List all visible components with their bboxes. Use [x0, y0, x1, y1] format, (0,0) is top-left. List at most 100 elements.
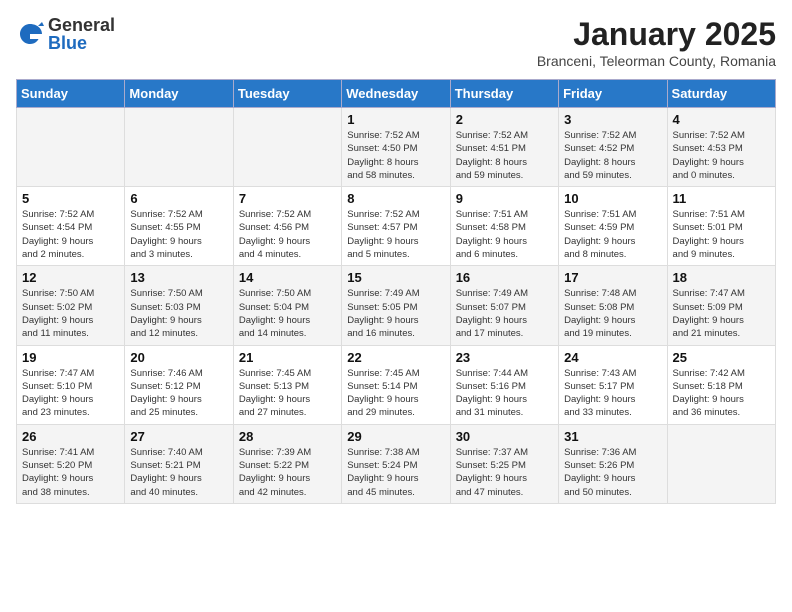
day-number: 5	[22, 191, 119, 206]
logo-general-text: General	[48, 16, 115, 34]
calendar-cell: 26Sunrise: 7:41 AM Sunset: 5:20 PM Dayli…	[17, 424, 125, 503]
calendar-cell: 17Sunrise: 7:48 AM Sunset: 5:08 PM Dayli…	[559, 266, 667, 345]
calendar-cell: 30 Sunrise: 7:37 AM Sunset: 5:25 PM Dayli…	[450, 424, 558, 503]
calendar-cell: 1 Sunrise: 7:52 AM Sunset: 4:50 PM Daylig…	[342, 108, 450, 187]
day-number: 21	[239, 350, 336, 365]
day-number: 16	[456, 270, 553, 285]
day-number: 10	[564, 191, 661, 206]
calendar-cell: 10 Sunrise: 7:51 AM Sunset: 4:59 PM Dayli…	[559, 187, 667, 266]
day-info: Sunrise: 7:39 AM Sunset: 5:22 PM Dayligh…	[239, 446, 336, 499]
day-info: Sunrise: 7:47 AM Sunset: 5:09 PM Dayligh…	[673, 287, 770, 340]
day-info: Sunrise: 7:50 AM Sunset: 5:02 PM Dayligh…	[22, 287, 119, 340]
day-info: Sunrise: 7:50 AM Sunset: 5:03 PM Dayligh…	[130, 287, 227, 340]
title-block: January 2025 Branceni, Teleorman County,…	[537, 16, 776, 69]
day-info: Sunrise: 7:52 AM Sunset: 4:56 PM Dayligh…	[239, 208, 336, 261]
day-number: 18	[673, 270, 770, 285]
day-info: Sunrise: 7:40 AM Sunset: 5:21 PM Dayligh…	[130, 446, 227, 499]
day-number: 19	[22, 350, 119, 365]
day-number: 31	[564, 429, 661, 444]
day-info: Sunrise: 7:52 AM Sunset: 4:50 PM Dayligh…	[347, 129, 444, 182]
calendar-cell	[233, 108, 341, 187]
calendar-cell: 8 Sunrise: 7:52 AM Sunset: 4:57 PM Daylig…	[342, 187, 450, 266]
day-info: Sunrise: 7:45 AM Sunset: 5:14 PM Dayligh…	[347, 367, 444, 420]
calendar-table: SundayMondayTuesdayWednesdayThursdayFrid…	[16, 79, 776, 504]
day-info: Sunrise: 7:46 AM Sunset: 5:12 PM Dayligh…	[130, 367, 227, 420]
calendar-cell: 28 Sunrise: 7:39 AM Sunset: 5:22 PM Dayli…	[233, 424, 341, 503]
day-number: 11	[673, 191, 770, 206]
calendar-cell: 7 Sunrise: 7:52 AM Sunset: 4:56 PM Daylig…	[233, 187, 341, 266]
day-info: Sunrise: 7:52 AM Sunset: 4:51 PM Dayligh…	[456, 129, 553, 182]
week-row-5: 26Sunrise: 7:41 AM Sunset: 5:20 PM Dayli…	[17, 424, 776, 503]
day-number: 6	[130, 191, 227, 206]
day-number: 7	[239, 191, 336, 206]
calendar-cell	[667, 424, 775, 503]
calendar-cell: 18 Sunrise: 7:47 AM Sunset: 5:09 PM Dayli…	[667, 266, 775, 345]
weekday-header-tuesday: Tuesday	[233, 80, 341, 108]
day-info: Sunrise: 7:51 AM Sunset: 5:01 PM Dayligh…	[673, 208, 770, 261]
calendar-cell: 14Sunrise: 7:50 AM Sunset: 5:04 PM Dayli…	[233, 266, 341, 345]
day-info: Sunrise: 7:52 AM Sunset: 4:55 PM Dayligh…	[130, 208, 227, 261]
day-number: 25	[673, 350, 770, 365]
day-number: 28	[239, 429, 336, 444]
week-row-2: 5Sunrise: 7:52 AM Sunset: 4:54 PM Daylig…	[17, 187, 776, 266]
day-number: 22	[347, 350, 444, 365]
week-row-1: 1 Sunrise: 7:52 AM Sunset: 4:50 PM Daylig…	[17, 108, 776, 187]
day-info: Sunrise: 7:48 AM Sunset: 5:08 PM Dayligh…	[564, 287, 661, 340]
calendar-cell	[125, 108, 233, 187]
calendar-cell: 23 Sunrise: 7:44 AM Sunset: 5:16 PM Dayli…	[450, 345, 558, 424]
calendar-cell: 15 Sunrise: 7:49 AM Sunset: 5:05 PM Dayli…	[342, 266, 450, 345]
weekday-header-monday: Monday	[125, 80, 233, 108]
calendar-cell: 27Sunrise: 7:40 AM Sunset: 5:21 PM Dayli…	[125, 424, 233, 503]
calendar-cell: 22 Sunrise: 7:45 AM Sunset: 5:14 PM Dayli…	[342, 345, 450, 424]
logo-text: General Blue	[48, 16, 115, 52]
calendar-cell: 6 Sunrise: 7:52 AM Sunset: 4:55 PM Daylig…	[125, 187, 233, 266]
calendar-cell: 12Sunrise: 7:50 AM Sunset: 5:02 PM Dayli…	[17, 266, 125, 345]
calendar-cell: 4Sunrise: 7:52 AM Sunset: 4:53 PM Daylig…	[667, 108, 775, 187]
page-header: General Blue January 2025 Branceni, Tele…	[16, 16, 776, 69]
day-number: 15	[347, 270, 444, 285]
calendar-cell: 13 Sunrise: 7:50 AM Sunset: 5:03 PM Dayli…	[125, 266, 233, 345]
day-info: Sunrise: 7:50 AM Sunset: 5:04 PM Dayligh…	[239, 287, 336, 340]
day-info: Sunrise: 7:49 AM Sunset: 5:07 PM Dayligh…	[456, 287, 553, 340]
day-number: 8	[347, 191, 444, 206]
day-number: 26	[22, 429, 119, 444]
day-info: Sunrise: 7:38 AM Sunset: 5:24 PM Dayligh…	[347, 446, 444, 499]
day-number: 13	[130, 270, 227, 285]
day-info: Sunrise: 7:52 AM Sunset: 4:57 PM Dayligh…	[347, 208, 444, 261]
calendar-cell: 3 Sunrise: 7:52 AM Sunset: 4:52 PM Daylig…	[559, 108, 667, 187]
weekday-header-wednesday: Wednesday	[342, 80, 450, 108]
day-info: Sunrise: 7:52 AM Sunset: 4:52 PM Dayligh…	[564, 129, 661, 182]
day-info: Sunrise: 7:47 AM Sunset: 5:10 PM Dayligh…	[22, 367, 119, 420]
calendar-cell: 16 Sunrise: 7:49 AM Sunset: 5:07 PM Dayli…	[450, 266, 558, 345]
day-number: 1	[347, 112, 444, 127]
day-number: 24	[564, 350, 661, 365]
day-number: 2	[456, 112, 553, 127]
weekday-header-sunday: Sunday	[17, 80, 125, 108]
calendar-cell: 5Sunrise: 7:52 AM Sunset: 4:54 PM Daylig…	[17, 187, 125, 266]
week-row-4: 19 Sunrise: 7:47 AM Sunset: 5:10 PM Dayli…	[17, 345, 776, 424]
weekday-header-friday: Friday	[559, 80, 667, 108]
weekday-header-saturday: Saturday	[667, 80, 775, 108]
logo: General Blue	[16, 16, 115, 52]
logo-blue-text: Blue	[48, 34, 115, 52]
day-info: Sunrise: 7:45 AM Sunset: 5:13 PM Dayligh…	[239, 367, 336, 420]
calendar-cell	[17, 108, 125, 187]
day-info: Sunrise: 7:51 AM Sunset: 4:59 PM Dayligh…	[564, 208, 661, 261]
day-info: Sunrise: 7:43 AM Sunset: 5:17 PM Dayligh…	[564, 367, 661, 420]
calendar-cell: 21 Sunrise: 7:45 AM Sunset: 5:13 PM Dayli…	[233, 345, 341, 424]
day-number: 3	[564, 112, 661, 127]
day-info: Sunrise: 7:44 AM Sunset: 5:16 PM Dayligh…	[456, 367, 553, 420]
calendar-cell: 19 Sunrise: 7:47 AM Sunset: 5:10 PM Dayli…	[17, 345, 125, 424]
day-number: 23	[456, 350, 553, 365]
calendar-cell: 31Sunrise: 7:36 AM Sunset: 5:26 PM Dayli…	[559, 424, 667, 503]
day-info: Sunrise: 7:49 AM Sunset: 5:05 PM Dayligh…	[347, 287, 444, 340]
month-title: January 2025	[537, 16, 776, 53]
day-info: Sunrise: 7:42 AM Sunset: 5:18 PM Dayligh…	[673, 367, 770, 420]
weekday-header-row: SundayMondayTuesdayWednesdayThursdayFrid…	[17, 80, 776, 108]
day-number: 4	[673, 112, 770, 127]
day-number: 29	[347, 429, 444, 444]
calendar-cell: 2 Sunrise: 7:52 AM Sunset: 4:51 PM Daylig…	[450, 108, 558, 187]
day-number: 20	[130, 350, 227, 365]
day-number: 30	[456, 429, 553, 444]
day-info: Sunrise: 7:37 AM Sunset: 5:25 PM Dayligh…	[456, 446, 553, 499]
